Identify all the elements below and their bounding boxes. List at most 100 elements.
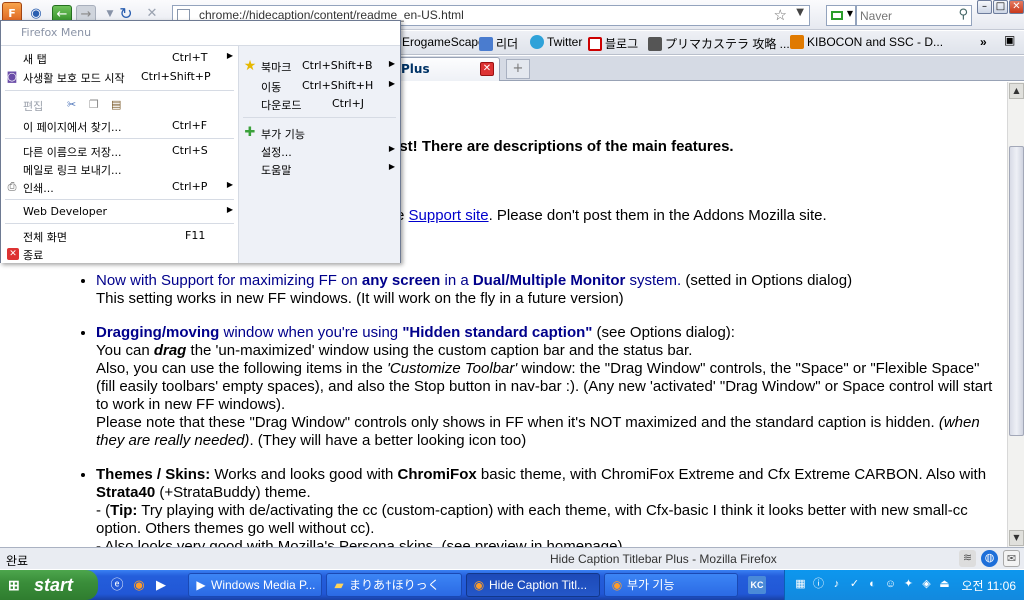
menu-item-fullscreen[interactable]: 전체 화면 F11	[1, 227, 238, 245]
feature-list: Now with Support for maximizing FF on an…	[80, 272, 1000, 547]
scroll-up-icon[interactable]: ▲	[1009, 83, 1024, 99]
network-icon[interactable]: ▦	[793, 577, 808, 592]
feature-text: Themes / Skins:	[96, 466, 211, 483]
windows-flag-icon: ⊞	[8, 577, 20, 593]
puzzle-icon: ✚	[244, 125, 256, 140]
new-tab-button[interactable]: +	[506, 59, 530, 79]
menu-title: Firefox Menu	[21, 26, 92, 39]
feature-text: in a	[440, 272, 473, 289]
menu-item-new-tab[interactable]: 새 탭 Ctrl+T ▶	[1, 49, 238, 67]
blog-icon	[588, 36, 602, 51]
scrollbar-thumb[interactable]	[1009, 146, 1024, 436]
mask-icon: ◙	[6, 70, 18, 83]
antivirus-icon[interactable]: ✓	[847, 577, 862, 592]
menu-item-email-link[interactable]: 메일로 링크 보내기...	[1, 160, 238, 178]
search-input[interactable]	[860, 7, 950, 24]
submenu-arrow-icon: ▶	[388, 144, 395, 153]
taskbar: ⊞ start ⓔ ◉ ▶ ▶ Windows Media P... ▰ まりあ…	[0, 570, 1024, 600]
bookmarks-overflow-icon[interactable]: »	[980, 35, 987, 49]
menu-item-options[interactable]: 설정... ▶	[239, 142, 400, 160]
support-site-link[interactable]: Support site	[409, 207, 489, 224]
tab-close-button[interactable]: ✕	[480, 62, 494, 76]
ime-icon[interactable]: ⓘ	[811, 577, 826, 592]
menu-shortcut: F11	[185, 229, 206, 242]
menu-item-help[interactable]: 도움말 ▶	[239, 160, 400, 178]
twitter-icon	[530, 35, 544, 49]
feature-text: This setting works in new FF windows. (I…	[96, 290, 624, 307]
start-label: start	[34, 575, 74, 595]
bookmark-item-primacastella[interactable]: プリマカステラ 攻略 ...	[648, 35, 790, 52]
feature-text: Please note that these "Drag Window" con…	[96, 414, 939, 431]
minimize-button[interactable]: –	[977, 0, 992, 14]
bookmark-item-blog[interactable]: 블로그	[588, 35, 638, 52]
intro-text-1: first! There are descriptions of the mai…	[380, 138, 734, 155]
task-firefox-hide-caption[interactable]: ◉ Hide Caption Titl...	[466, 573, 600, 597]
task-windows-media-player[interactable]: ▶ Windows Media P...	[188, 573, 322, 597]
bookmark-item-reader[interactable]: 리더	[479, 35, 518, 52]
paste-icon[interactable]: ▤	[111, 98, 121, 111]
quicklaunch-ie-icon[interactable]: ⓔ	[108, 576, 126, 594]
bookmark-label: 리더	[496, 37, 519, 51]
menu-item-exit[interactable]: ✕ 종료	[1, 245, 238, 263]
feature-text: Also, you can use the following items in…	[96, 360, 387, 377]
shield-icon[interactable]: ◈	[919, 577, 934, 592]
task-label: 부가 기능	[627, 578, 675, 592]
feature-text: window when you're using	[219, 324, 403, 341]
task-folder[interactable]: ▰ まりあ†ほりっく	[326, 573, 462, 597]
feed-icon[interactable]: ≋	[959, 550, 976, 567]
safely-remove-icon[interactable]: ⏏	[937, 577, 952, 592]
scroll-down-icon[interactable]: ▼	[1009, 530, 1024, 546]
bookmark-star-icon[interactable]: ☆	[774, 6, 787, 24]
feature-text: "Hidden standard caption"	[402, 324, 593, 341]
volume-icon[interactable]: ♪	[829, 577, 844, 592]
menu-shortcut: Ctrl+Shift+P	[141, 70, 211, 83]
bookmark-item-kibocon[interactable]: KIBOCON and SSC - D...	[790, 35, 943, 49]
menu-item-private-browsing[interactable]: ◙ 사생활 보호 모드 시작 Ctrl+Shift+P	[1, 68, 238, 86]
mail-icon[interactable]: ✉	[1003, 550, 1020, 567]
feature-text: Now with Support for maximizing FF on	[96, 272, 362, 289]
url-dropdown-icon[interactable]: ▼	[796, 7, 804, 18]
search-icon[interactable]: ⚲	[958, 7, 968, 22]
app-tray-icon[interactable]: ◐	[865, 577, 880, 592]
quicklaunch-firefox-icon[interactable]: ◉	[130, 576, 148, 594]
menu-item-addons[interactable]: ✚ 부가 기능	[239, 124, 400, 142]
menu-label: 설정...	[261, 146, 292, 159]
menu-separator	[5, 199, 234, 200]
feature-text: You can	[96, 342, 154, 359]
menu-separator	[5, 138, 234, 139]
quicklaunch-media-icon[interactable]: ▶	[152, 576, 170, 594]
cut-icon[interactable]: ✂	[67, 98, 76, 111]
globe-icon[interactable]: ◍	[981, 550, 998, 567]
kc-app-icon[interactable]: KC	[748, 576, 766, 594]
close-window-button[interactable]: ✕	[1009, 0, 1024, 14]
feature-text: Tip:	[110, 502, 138, 519]
bookmarks-menu-icon[interactable]: ▣	[1004, 33, 1015, 47]
clock: 오전 11:06	[961, 579, 1016, 593]
search-box[interactable]: ⚲	[856, 5, 972, 26]
copy-icon[interactable]: ❐	[89, 98, 99, 111]
start-button[interactable]: ⊞ start	[0, 570, 98, 600]
menu-item-save-as[interactable]: 다른 이름으로 저장... Ctrl+S	[1, 142, 238, 160]
feature-text: (+StrataBuddy) theme.	[155, 484, 311, 501]
menu-shortcut: Ctrl+Shift+B	[302, 59, 373, 72]
search-engine-selector[interactable]: ▼	[826, 5, 856, 26]
menu-item-web-developer[interactable]: Web Developer ▶	[1, 203, 238, 221]
bookmark-item-erogamescape[interactable]: ErogameScape	[402, 35, 485, 49]
vertical-scrollbar[interactable]: ▲ ▼	[1007, 82, 1024, 547]
menu-item-downloads[interactable]: 다운로드 Ctrl+J	[239, 95, 400, 113]
system-tray: ▦ ⓘ ♪ ✓ ◐ ☺ ✦ ◈ ⏏ 오전 11:06	[784, 570, 1024, 600]
feature-text: drag	[153, 342, 187, 359]
menu-separator	[5, 223, 234, 224]
naver-engine-icon	[831, 11, 843, 20]
menu-item-bookmarks[interactable]: ★ 북마크 Ctrl+Shift+B ▶	[239, 57, 400, 75]
updates-icon[interactable]: ✦	[901, 577, 916, 592]
menu-item-print[interactable]: ⎙ 인쇄... Ctrl+P ▶	[1, 178, 238, 196]
status-text: 완료	[6, 554, 29, 568]
bookmark-item-twitter[interactable]: Twitter	[530, 35, 582, 49]
menu-item-find[interactable]: 이 페이지에서 찾기... Ctrl+F	[1, 117, 238, 135]
task-firefox-addons[interactable]: ◉ 부가 기능	[604, 573, 738, 597]
maximize-button[interactable]: □	[993, 0, 1008, 14]
menu-item-history[interactable]: 이동 Ctrl+Shift+H ▶	[239, 77, 400, 95]
messenger-icon[interactable]: ☺	[883, 577, 898, 592]
task-label: まりあ†ほりっく	[349, 578, 440, 592]
